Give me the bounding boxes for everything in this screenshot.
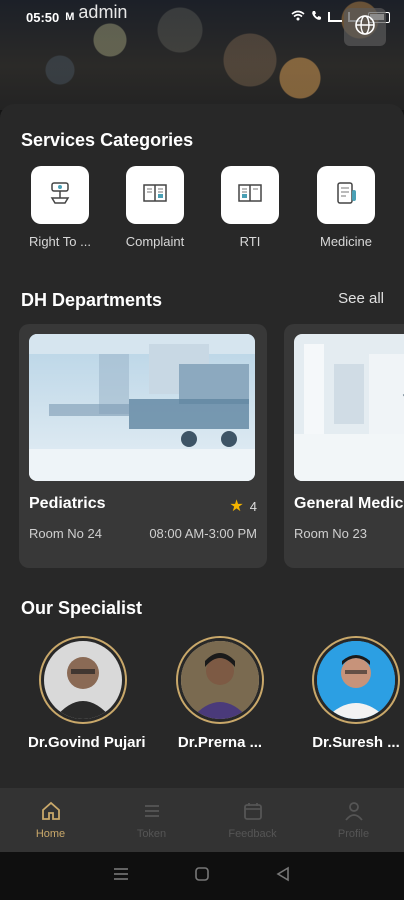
rating-value: 4	[249, 498, 257, 514]
wifi-icon	[291, 10, 305, 24]
call-icon	[311, 10, 322, 24]
rti-book-icon	[235, 178, 265, 213]
recent-apps-icon[interactable]	[113, 867, 129, 886]
signal-icon	[328, 12, 342, 22]
medicine-list-icon	[331, 178, 361, 213]
back-icon[interactable]	[275, 866, 291, 887]
department-card-pediatrics[interactable]: Pediatrics ★ 4 Room No 24 08:00 AM-3:00 …	[19, 324, 267, 568]
bottom-nav: Home Token Feedback Profile	[0, 788, 404, 852]
main-sheet: Services Categories Right To ... Complai…	[0, 104, 404, 790]
department-image	[29, 334, 255, 481]
specialist-card[interactable]: Dr.Govind Pujari	[28, 636, 146, 751]
avatar	[176, 636, 264, 724]
specialist-card[interactable]: Dr.Suresh ...	[301, 636, 404, 751]
nav-label: Home	[35, 828, 66, 840]
department-room: Room No 23	[294, 526, 367, 541]
star-icon: ★	[229, 498, 244, 515]
nav-feedback[interactable]: Feedback	[202, 788, 303, 852]
department-name: Pediatrics	[29, 495, 106, 512]
nav-home[interactable]: Home	[0, 788, 101, 852]
category-label: Right To ...	[29, 234, 91, 249]
complaint-book-icon	[140, 178, 170, 213]
specialists-title: Our Specialist	[21, 598, 143, 618]
category-box	[221, 166, 279, 224]
home-icon	[40, 800, 62, 825]
nav-label: Feedback	[228, 828, 277, 840]
system-nav-bar	[0, 852, 404, 900]
language-button[interactable]	[344, 8, 386, 46]
category-box	[317, 166, 375, 224]
category-right-to-info[interactable]: Right To ...	[15, 166, 105, 249]
department-room: Room No 24	[29, 526, 102, 541]
nav-token[interactable]: Token	[101, 788, 202, 852]
specialist-name: Dr.Suresh ...	[312, 734, 400, 751]
category-complaint[interactable]: Complaint	[110, 166, 200, 249]
doctor-photo	[317, 641, 395, 719]
department-name: General Medic	[294, 495, 404, 512]
services-title: Services Categories	[21, 130, 194, 150]
app-user-label: admin	[78, 1, 128, 22]
category-label: Complaint	[125, 234, 185, 249]
nav-profile[interactable]: Profile	[303, 788, 404, 852]
status-time: 05:50	[26, 9, 60, 25]
category-box	[31, 166, 89, 224]
calendar-icon	[242, 800, 264, 825]
avatar	[39, 636, 127, 724]
doctor-photo	[181, 641, 259, 719]
category-label: RTI	[239, 234, 261, 249]
avatar	[312, 636, 400, 724]
department-rating: ★ 4	[229, 496, 257, 516]
department-image	[294, 334, 404, 481]
doctor-photo	[44, 641, 122, 719]
gmail-notification-icon: M	[65, 11, 75, 23]
department-card-general-medicine[interactable]: General Medic Room No 23	[284, 324, 404, 568]
see-all-link[interactable]: See all	[338, 290, 384, 307]
specialist-name: Dr.Prerna ...	[177, 734, 263, 751]
person-icon	[343, 800, 365, 825]
nav-label: Profile	[337, 828, 370, 840]
category-label: Medicine	[319, 234, 373, 249]
list-icon	[141, 800, 163, 825]
right-to-info-icon	[45, 178, 75, 213]
globe-icon	[354, 14, 376, 41]
departments-title: DH Departments	[21, 290, 163, 310]
specialist-card[interactable]: Dr.Prerna ...	[165, 636, 275, 751]
department-hours: 08:00 AM-3:00 PM	[149, 526, 257, 541]
home-button-icon[interactable]	[194, 866, 210, 887]
nav-label: Token	[136, 828, 167, 840]
category-rti[interactable]: RTI	[205, 166, 295, 249]
category-medicine[interactable]: Medicine	[301, 166, 391, 249]
category-box	[126, 166, 184, 224]
specialist-name: Dr.Govind Pujari	[28, 734, 146, 751]
